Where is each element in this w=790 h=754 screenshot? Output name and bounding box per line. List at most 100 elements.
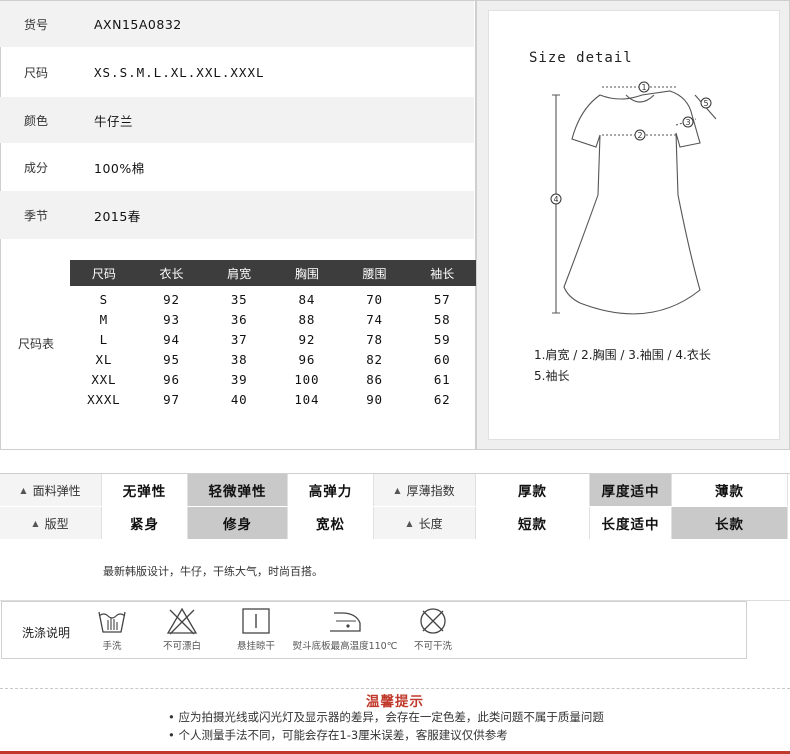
table-cell: L (99, 331, 108, 347)
table-cell: 94 (163, 331, 180, 347)
table-cell: 96 (163, 371, 180, 387)
triangle-icon: ▲ (20, 485, 27, 495)
info-label: 季节 (24, 208, 49, 223)
table-cell: M (99, 311, 108, 327)
table-cell: 96 (298, 351, 316, 367)
table-cell: 97 (163, 391, 180, 407)
no-bleach-icon (166, 607, 198, 635)
table-cell: 60 (433, 351, 451, 367)
column-header: 衣长 (159, 266, 184, 281)
wash-item-iron: 熨斗底板最高温度110℃ (290, 606, 400, 652)
info-label: 尺码 (24, 65, 49, 80)
attr-label-fit: ▲ 版型 (0, 507, 102, 539)
info-row-sizes: 尺码 XS.S.M.L.XL.XXL.XXXL (0, 47, 474, 97)
table-cell: 37 (230, 331, 248, 347)
attr-label-thickness: ▲ 厚薄指数 (374, 474, 476, 506)
table-cell: 104 (294, 391, 320, 407)
product-description: 最新韩版设计，牛仔，干练大气，时尚百搭。 (103, 565, 323, 578)
column-header: 腰围 (362, 266, 387, 281)
info-value: 牛仔兰 (94, 113, 134, 129)
table-cell: 39 (230, 371, 248, 387)
info-row-color: 颜色 牛仔兰 (0, 97, 474, 143)
iron-icon (330, 612, 361, 632)
wash-caption: 不可干洗 (413, 641, 452, 652)
notice-line-2: • 个人测量手法不同，可能会存在1-3厘米误差，客服建议仅供参考 (168, 728, 508, 742)
table-cell: XL (95, 351, 113, 367)
size-detail-title: Size detail (529, 50, 633, 66)
dress-diagram: 1 2 3 4 5 (550, 81, 717, 315)
info-value: AXN15A0832 (94, 16, 182, 32)
attr-option: 长度适中 (590, 507, 672, 539)
column-header: 尺码 (91, 266, 116, 281)
notice-line-1: • 应为拍摄光线或闪光灯及显示器的差异，会存在一定色差，此类问题不属于质量问题 (168, 710, 604, 724)
column-header: 袖长 (430, 266, 455, 281)
table-cell: 61 (433, 371, 451, 387)
table-cell: 38 (230, 351, 248, 367)
table-cell: 95 (163, 351, 180, 367)
table-cell: 70 (366, 291, 383, 307)
attr-label-text: 版型 (44, 516, 69, 531)
info-row-sku: 货号 AXN15A0832 (0, 1, 474, 47)
table-row: XXXL 97 40 104 90 62 (70, 389, 476, 409)
attr-label-text: 长度 (418, 516, 443, 531)
attr-option: 无弹性 (102, 474, 188, 506)
table-cell: 84 (298, 291, 316, 307)
table-cell: 88 (298, 311, 316, 327)
table-cell: 86 (366, 371, 383, 387)
triangle-icon: ▲ (406, 518, 413, 528)
info-label: 货号 (24, 17, 49, 32)
table-cell: 74 (366, 311, 383, 327)
info-value: 2015春 (94, 208, 141, 224)
size-chart-label: 尺码表 (18, 337, 55, 351)
table-cell: 35 (230, 291, 248, 307)
attr-option: 紧身 (102, 507, 188, 539)
triangle-icon: ▲ (32, 518, 39, 528)
wash-caption: 熨斗底板最高温度110℃ (292, 641, 398, 652)
table-cell: 62 (433, 391, 451, 407)
attr-option: 宽松 (288, 507, 374, 539)
table-row: XXL 96 39 100 86 61 (70, 369, 476, 389)
table-cell: S (99, 291, 108, 307)
marker-3-label: 3 (685, 118, 690, 127)
attr-option: 短款 (476, 507, 590, 539)
attr-label-text: 厚薄指数 (406, 483, 455, 498)
table-cell: 36 (230, 311, 248, 327)
table-cell: 92 (298, 331, 316, 347)
size-chart-table: 尺码 衣长 肩宽 胸围 腰围 袖长 S 92 35 84 70 57 M 93 36 88 74 5… (70, 260, 476, 409)
table-row: L 94 37 92 78 59 (70, 329, 476, 349)
table-cell: XXXL (87, 391, 121, 407)
table-cell: 90 (366, 391, 383, 407)
info-row-season: 季节 2015春 (0, 191, 474, 239)
table-cell: 40 (230, 391, 248, 407)
wash-caption: 悬挂晾干 (236, 641, 275, 652)
table-row: M 93 36 88 74 58 (70, 309, 476, 329)
info-value: XS.S.M.L.XL.XXL.XXXL (94, 64, 265, 80)
dress-outline (563, 90, 701, 315)
info-row-material: 成分 100%棉 (0, 143, 474, 191)
notice-divider (0, 688, 790, 689)
column-header: 胸围 (294, 266, 319, 281)
attr-option-selected: 轻微弹性 (188, 474, 288, 506)
attr-label-length: ▲ 长度 (374, 507, 476, 539)
info-value: 100%棉 (94, 160, 145, 176)
wash-item-hang-dry: 悬挂晾干 (211, 606, 301, 652)
attr-option-selected: 长款 (672, 507, 788, 539)
hang-dry-icon (242, 608, 270, 634)
no-dry-clean-icon (420, 608, 446, 634)
table-cell: 78 (366, 331, 383, 347)
table-row: S 92 35 84 70 57 (70, 289, 476, 309)
marker-2-label: 2 (637, 131, 642, 140)
size-detail-legend-2: 5.袖长 (534, 369, 570, 383)
table-cell: 82 (366, 351, 383, 367)
marker-5-label: 5 (703, 99, 708, 108)
notice-title: 温馨提示 (366, 694, 424, 710)
table-cell: 57 (433, 291, 451, 307)
attr-label-text: 面料弹性 (32, 483, 81, 498)
table-cell: 58 (433, 311, 451, 327)
size-chart-header: 尺码 衣长 肩宽 胸围 腰围 袖长 (70, 260, 476, 286)
attr-option: 薄款 (672, 474, 788, 506)
info-label: 成分 (24, 160, 49, 175)
hand-wash-icon (98, 611, 126, 633)
attr-label-elasticity: ▲ 面料弹性 (0, 474, 102, 506)
marker-4-label: 4 (553, 195, 558, 204)
